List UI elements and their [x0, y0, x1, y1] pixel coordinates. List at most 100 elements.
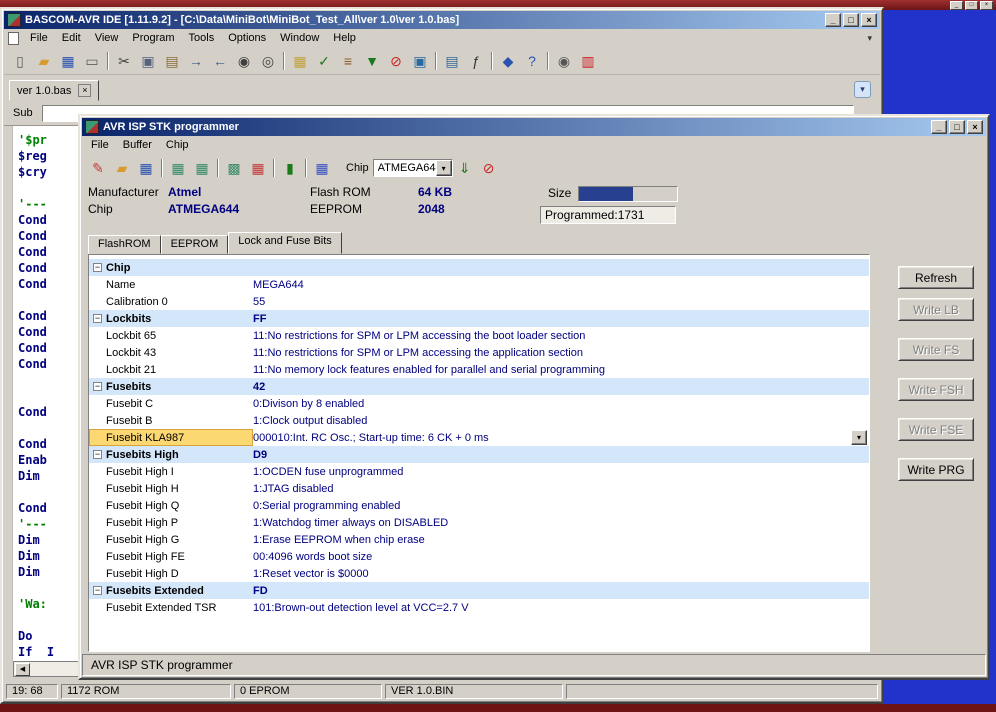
- grid-row[interactable]: NameMEGA644: [89, 276, 869, 293]
- dialog-titlebar[interactable]: AVR ISP STK programmer _ □ ×: [82, 118, 986, 136]
- find-button[interactable]: ◉: [232, 50, 256, 72]
- grid-row[interactable]: Calibration 055: [89, 293, 869, 310]
- bg-maximize-button[interactable]: □: [965, 1, 978, 10]
- tab-scroll-button[interactable]: ▾: [854, 81, 871, 98]
- dialog-minimize-button[interactable]: _: [931, 120, 947, 134]
- bg-minimize-button[interactable]: _: [950, 1, 963, 10]
- paste-button[interactable]: ▤: [160, 50, 184, 72]
- collapse-icon[interactable]: −: [93, 586, 102, 595]
- dialog-close-button[interactable]: ×: [967, 120, 983, 134]
- print-icon: ▭: [85, 54, 98, 68]
- grid-row[interactable]: Fusebit KLA987000010:Int. RC Osc.; Start…: [89, 429, 869, 446]
- plugin-button[interactable]: ◆: [496, 50, 520, 72]
- grid-row[interactable]: Fusebit High I1:OCDEN fuse unprogrammed: [89, 463, 869, 480]
- grid-row[interactable]: −Fusebits42: [89, 378, 869, 395]
- find-next-button[interactable]: ◎: [256, 50, 280, 72]
- erase-chip-button[interactable]: ▦: [246, 157, 270, 179]
- open-file-button[interactable]: ▰: [32, 50, 56, 72]
- tab-eeprom[interactable]: EEPROM: [161, 235, 229, 254]
- menu-window[interactable]: Window: [273, 30, 326, 46]
- chip-select-arrow-icon[interactable]: ▾: [436, 160, 452, 176]
- menu-view[interactable]: View: [88, 30, 126, 46]
- read-chip-to-buffer-button[interactable]: ▦: [190, 157, 214, 179]
- grid-row[interactable]: Fusebit Extended TSR101:Brown-out detect…: [89, 599, 869, 616]
- grid-row[interactable]: −Fusebits ExtendedFD: [89, 582, 869, 599]
- grid-row[interactable]: Fusebit C0:Divison by 8 enabled: [89, 395, 869, 412]
- simulator-button[interactable]: ◉: [552, 50, 576, 72]
- scroll-left-icon[interactable]: ◀: [15, 663, 30, 676]
- grid-row[interactable]: Fusebit High FE00:4096 words boot size: [89, 548, 869, 565]
- outdent-button[interactable]: ←: [208, 50, 232, 72]
- compile-button[interactable]: ▦: [288, 50, 312, 72]
- mdi-child-document-icon[interactable]: [8, 32, 19, 45]
- menu-buffer[interactable]: Buffer: [116, 137, 159, 153]
- verify-chip-button[interactable]: ▩: [222, 157, 246, 179]
- close-button[interactable]: ×: [861, 13, 877, 27]
- collapse-icon[interactable]: −: [93, 314, 102, 323]
- copy-button[interactable]: ▣: [136, 50, 160, 72]
- save-file-button[interactable]: ▦: [134, 157, 158, 179]
- new-file-button[interactable]: ▯: [8, 50, 32, 72]
- collapse-icon[interactable]: −: [93, 263, 102, 272]
- grid-row[interactable]: Fusebit High D1:Reset vector is $0000: [89, 565, 869, 582]
- syntax-check-button[interactable]: ✓: [312, 50, 336, 72]
- grid-row[interactable]: Fusebit High P1:Watchdog timer always on…: [89, 514, 869, 531]
- show-result-button[interactable]: ≡: [336, 50, 360, 72]
- grid-row[interactable]: −Chip: [89, 259, 869, 276]
- indent-button[interactable]: →: [184, 50, 208, 72]
- main-titlebar[interactable]: BASCOM-AVR IDE [1.11.9.2] - [C:\Data\Min…: [4, 11, 880, 29]
- collapse-icon[interactable]: −: [93, 450, 102, 459]
- open-file-button[interactable]: ▰: [110, 157, 134, 179]
- minimize-button[interactable]: _: [825, 13, 841, 27]
- editor-hscrollbar[interactable]: ◀: [13, 661, 80, 677]
- tab-flashrom[interactable]: FlashROM: [88, 235, 161, 254]
- menu-program[interactable]: Program: [125, 30, 181, 46]
- collapse-icon[interactable]: −: [93, 382, 102, 391]
- code-line: Cond: [18, 244, 54, 260]
- tab-close-icon[interactable]: ×: [78, 84, 91, 97]
- terminal-button[interactable]: ▣: [408, 50, 432, 72]
- menu-options[interactable]: Options: [221, 30, 273, 46]
- blank-check-button[interactable]: ▮: [278, 157, 302, 179]
- lcd-designer-button[interactable]: ▤: [440, 50, 464, 72]
- maximize-button[interactable]: □: [843, 13, 859, 27]
- menu-file[interactable]: File: [84, 137, 116, 153]
- identify-chip-button[interactable]: ▦: [310, 157, 334, 179]
- grid-row[interactable]: −LockbitsFF: [89, 310, 869, 327]
- save-file-button[interactable]: ▦: [56, 50, 80, 72]
- file-tab[interactable]: ver 1.0.bas ×: [9, 80, 99, 101]
- program-chip-button[interactable]: ▼: [360, 50, 384, 72]
- print-button[interactable]: ▭: [80, 50, 104, 72]
- menu-help[interactable]: Help: [326, 30, 363, 46]
- help-button[interactable]: ?: [520, 50, 544, 72]
- write-buffer-to-chip-button[interactable]: ▦: [166, 157, 190, 179]
- menu-overflow-chevron-icon[interactable]: ▾: [867, 33, 872, 44]
- menu-chip[interactable]: Chip: [159, 137, 196, 153]
- code-line: Cond: [18, 404, 54, 420]
- grid-row[interactable]: Fusebit High G1:Erase EEPROM when chip e…: [89, 531, 869, 548]
- font-editor-button[interactable]: ƒ: [464, 50, 488, 72]
- chip-select[interactable]: ATMEGA644 ▾: [373, 159, 453, 177]
- dialog-maximize-button[interactable]: □: [949, 120, 965, 134]
- grid-row[interactable]: −Fusebits HighD9: [89, 446, 869, 463]
- grid-row[interactable]: Fusebit B1:Clock output disabled: [89, 412, 869, 429]
- menu-edit[interactable]: Edit: [55, 30, 88, 46]
- auto-program-button[interactable]: ⇓: [453, 157, 477, 179]
- tab-lock-and-fuse-bits[interactable]: Lock and Fuse Bits: [228, 232, 342, 254]
- grid-row[interactable]: Lockbit 2111:No memory lock features ena…: [89, 361, 869, 378]
- grid-row[interactable]: Fusebit High Q0:Serial programming enabl…: [89, 497, 869, 514]
- stop-button[interactable]: ⊘: [384, 50, 408, 72]
- pdf-button[interactable]: ▥: [576, 50, 600, 72]
- write-prg-button[interactable]: Write PRG: [898, 458, 974, 481]
- grid-row[interactable]: Lockbit 6511:No restrictions for SPM or …: [89, 327, 869, 344]
- bg-close-button[interactable]: ×: [980, 1, 993, 10]
- grid-row[interactable]: Lockbit 4311:No restrictions for SPM or …: [89, 344, 869, 361]
- value-dropdown-icon[interactable]: ▾: [851, 430, 867, 445]
- edit-buffer-button[interactable]: ✎: [86, 157, 110, 179]
- grid-row[interactable]: Fusebit High H1:JTAG disabled: [89, 480, 869, 497]
- menu-file[interactable]: File: [23, 30, 55, 46]
- refresh-button[interactable]: Refresh: [898, 266, 974, 289]
- menu-tools[interactable]: Tools: [182, 30, 222, 46]
- cut-button[interactable]: ✂: [112, 50, 136, 72]
- cancel-button[interactable]: ⊘: [477, 157, 501, 179]
